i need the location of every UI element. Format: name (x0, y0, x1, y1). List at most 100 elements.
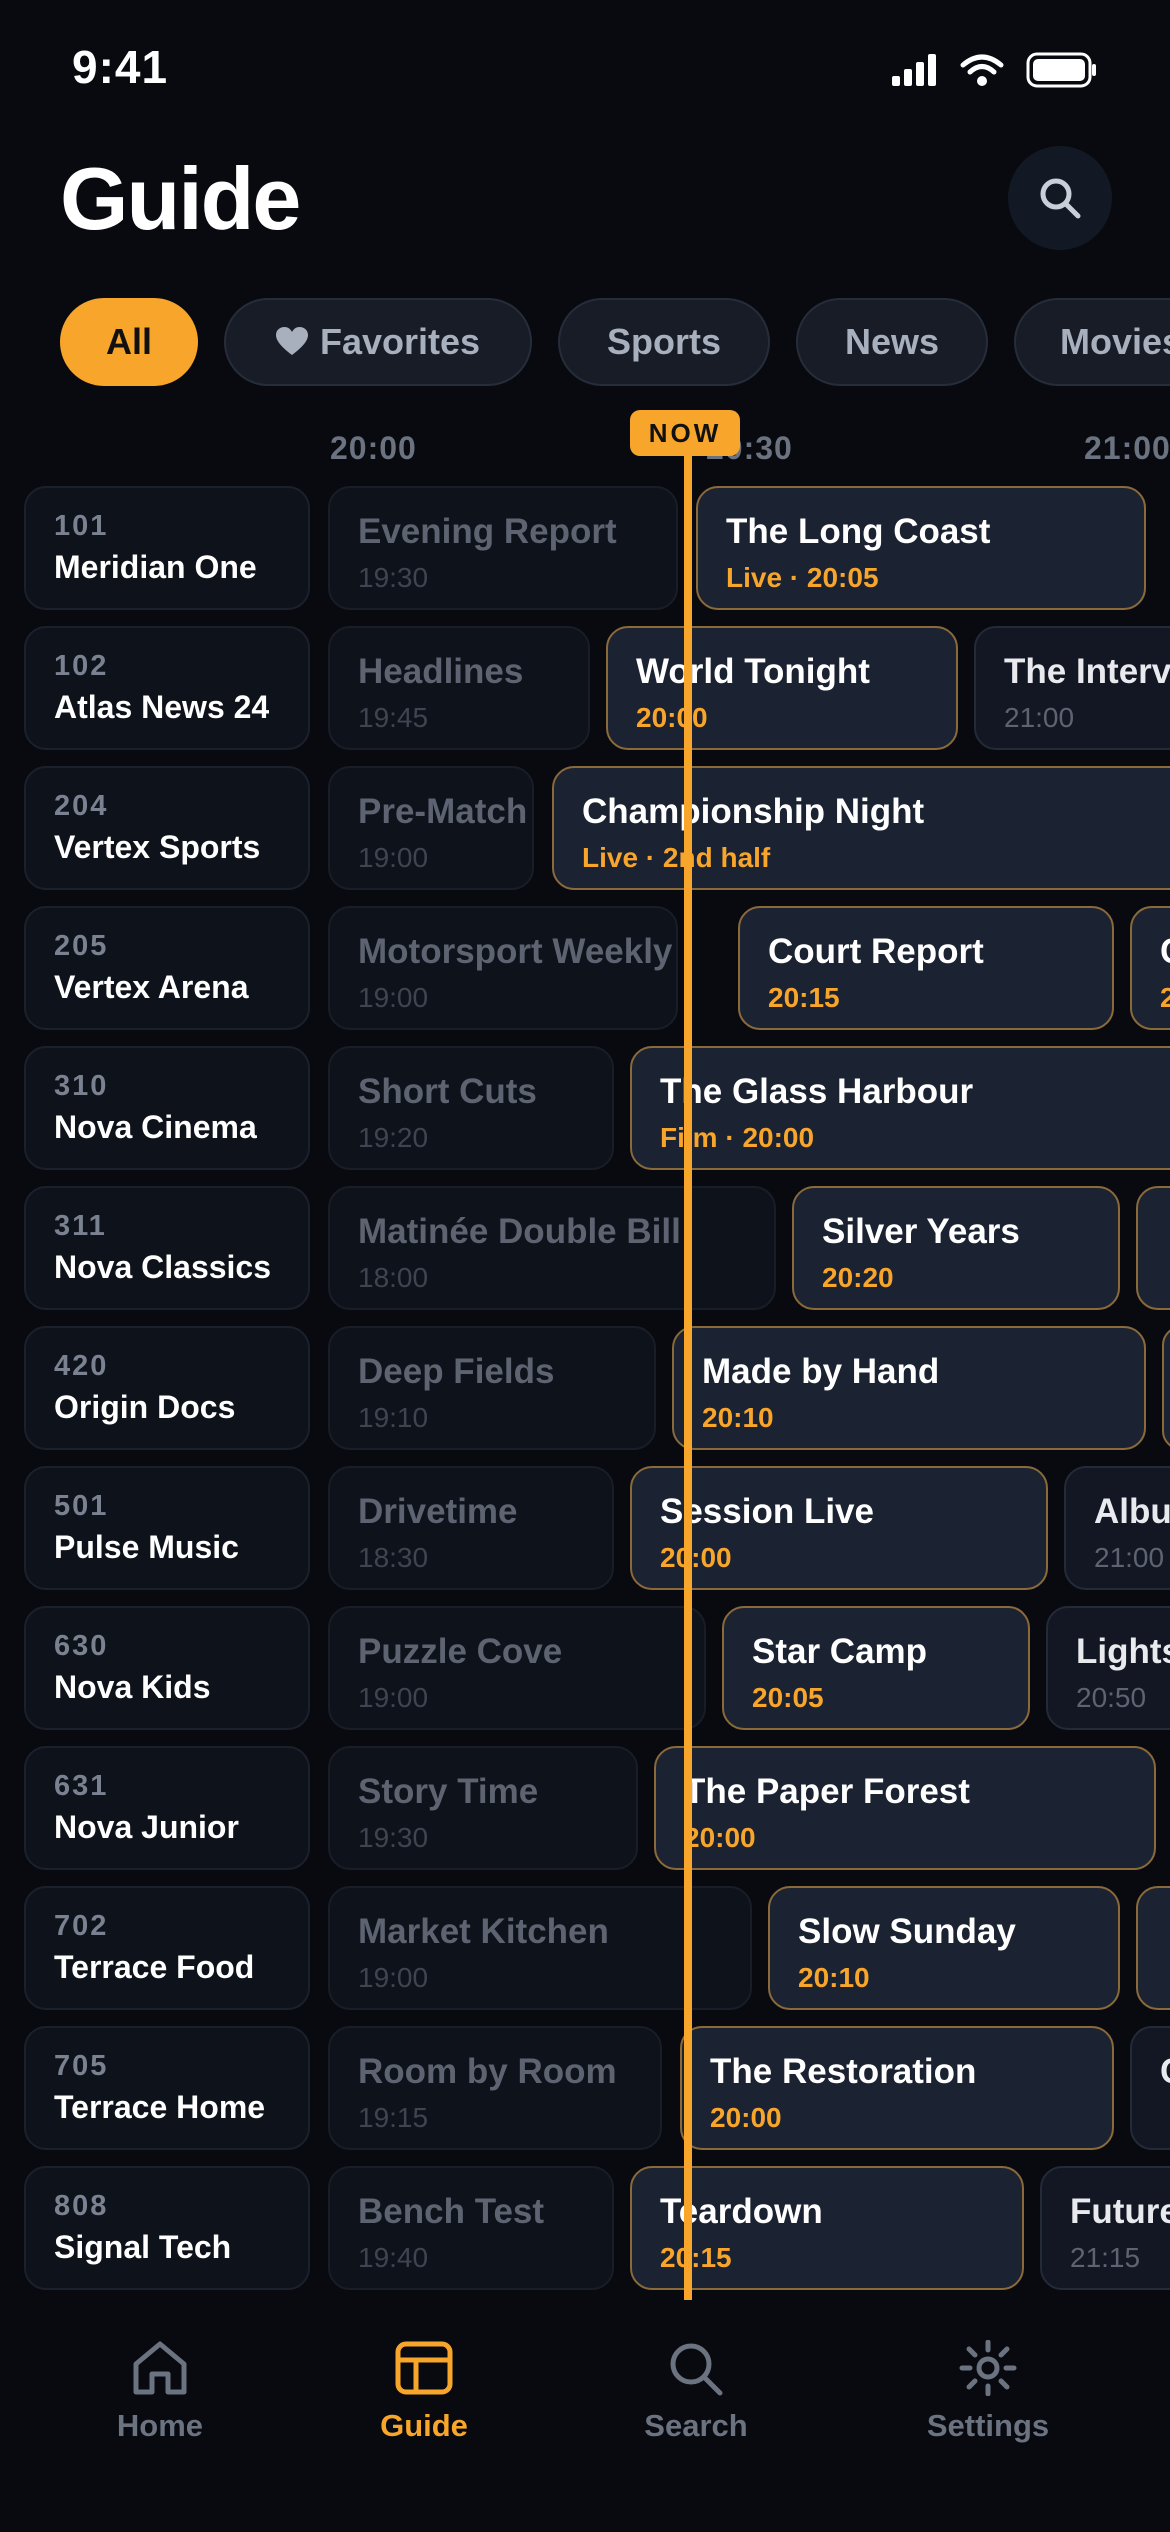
program-time: 19:00 (358, 842, 429, 873)
program-time: 20:00 (684, 1822, 756, 1853)
program-card[interactable]: Story Time 19:30 (328, 1746, 638, 1870)
program-title: Deep Fields (358, 1352, 555, 1391)
channel-number: 101 (54, 510, 109, 542)
program-card[interactable]: Made by Hand 20:10 (672, 1326, 1146, 1450)
channel-number: 420 (54, 1350, 109, 1382)
program-card[interactable]: Pre-Match 19:00 (328, 766, 534, 890)
now-indicator-line (684, 448, 692, 2306)
program-card[interactable]: Silver Years 20:20 (792, 1186, 1120, 1310)
program-card[interactable]: Matinée Double Bill 18:00 (328, 1186, 776, 1310)
program-card[interactable]: The Paper Forest 20:00 (654, 1746, 1156, 1870)
channel-cell[interactable]: 101 Meridian One (24, 486, 310, 610)
program-card[interactable]: C (1130, 2026, 1170, 2150)
program-card[interactable] (1136, 1886, 1170, 2010)
channel-name: Origin Docs (54, 1389, 236, 1425)
program-card[interactable]: C2 (1130, 906, 1170, 1030)
channel-name: Nova Junior (54, 1809, 239, 1845)
program-card[interactable]: Motorsport Weekly 19:00 (328, 906, 678, 1030)
channel-cell[interactable]: 631 Nova Junior (24, 1746, 310, 1870)
tab-guide[interactable]: Guide (304, 2340, 544, 2444)
program-time: 2 (1160, 982, 1170, 1014)
program-card[interactable]: Deep Fields 19:10 (328, 1326, 656, 1450)
program-card[interactable]: The Long Coast Live · 20:05 (696, 486, 1146, 610)
channel-number: 310 (54, 1070, 109, 1102)
now-badge: NOW (630, 410, 740, 456)
channel-number: 705 (54, 2050, 109, 2082)
program-card[interactable]: Court Report 20:15 (738, 906, 1114, 1030)
program-time: 20:50 (1076, 1682, 1147, 1713)
channel-number: 102 (54, 650, 109, 682)
channel-number: 204 (54, 790, 109, 822)
channel-cell[interactable]: 420 Origin Docs (24, 1326, 310, 1450)
program-title: C (1160, 932, 1170, 972)
program-time: 20:00 (710, 2102, 782, 2133)
channel-cell[interactable]: 501 Pulse Music (24, 1466, 310, 1590)
program-title: Lights (1076, 1632, 1170, 1671)
program-card[interactable]: The Interview 21:00 (974, 626, 1170, 750)
program-time: 19:40 (358, 2242, 429, 2273)
program-title: Room by Room (358, 2052, 617, 2091)
program-card[interactable]: Bench Test 19:40 (328, 2166, 614, 2290)
program-card[interactable]: World Tonight 20:00 (606, 626, 958, 750)
program-time: 19:45 (358, 702, 429, 733)
program-card[interactable]: Evening Report 19:30 (328, 486, 678, 610)
program-card[interactable]: Short Cuts 19:20 (328, 1046, 614, 1170)
program-title: Session Live (660, 1492, 874, 1531)
channel-cell[interactable]: 205 Vertex Arena (24, 906, 310, 1030)
tab-search[interactable]: Search (576, 2340, 816, 2444)
program-title: The Glass Harbour (660, 1072, 974, 1111)
program-card[interactable]: Lights 20:50 (1046, 1606, 1170, 1730)
program-card[interactable]: Future 21:15 (1040, 2166, 1170, 2290)
channel-cell[interactable]: 102 Atlas News 24 (24, 626, 310, 750)
tab-settings[interactable]: Settings (868, 2340, 1108, 2444)
channel-cell[interactable]: 702 Terrace Food (24, 1886, 310, 2010)
program-card[interactable]: The Restoration 20:00 (680, 2026, 1114, 2150)
program-title: The Restoration (710, 2052, 977, 2091)
channel-number: 311 (54, 1210, 107, 1242)
program-time: 21:00 (1094, 1542, 1165, 1573)
program-time: 19:20 (358, 1122, 429, 1153)
tab-bar: Home Guide Search Settings (0, 2300, 1170, 2532)
channel-cell[interactable]: 808 Signal Tech (24, 2166, 310, 2290)
program-title: Short Cuts (358, 1072, 537, 1111)
program-card[interactable]: Album 21:00 (1064, 1466, 1170, 1590)
program-title: Puzzle Cove (358, 1632, 563, 1671)
program-time: 20:10 (702, 1402, 774, 1433)
channel-cell[interactable]: 630 Nova Kids (24, 1606, 310, 1730)
channel-name: Pulse Music (54, 1529, 239, 1565)
program-card[interactable]: Star Camp 20:05 (722, 1606, 1030, 1730)
program-title: C (1160, 2052, 1170, 2092)
program-card[interactable] (1136, 1186, 1170, 1310)
program-time: Live · 2nd half (582, 842, 771, 873)
program-card[interactable]: Room by Room 19:15 (328, 2026, 662, 2150)
program-title: Star Camp (752, 1632, 928, 1671)
tab-home[interactable]: Home (40, 2340, 280, 2444)
home-icon (133, 2341, 187, 2395)
program-title: The Interview (1004, 652, 1170, 691)
program-card[interactable] (1162, 1326, 1170, 1450)
program-card[interactable]: Puzzle Cove 19:00 (328, 1606, 706, 1730)
channel-name: Nova Kids (54, 1669, 211, 1705)
channel-cell[interactable]: 311 Nova Classics (24, 1186, 310, 1310)
channel-number: 808 (54, 2190, 109, 2222)
program-card[interactable]: Headlines 19:45 (328, 626, 590, 750)
program-title: Bench Test (358, 2192, 545, 2231)
program-guide-grid: 101 Meridian One Evening Report 19:30 The Lo… (0, 0, 1170, 2300)
program-card[interactable]: The Glass Harbour Film · 20:00 (630, 1046, 1170, 1170)
program-card[interactable]: Slow Sunday 20:10 (768, 1886, 1120, 2010)
channel-number: 631 (54, 1770, 109, 1802)
channel-cell[interactable]: 705 Terrace Home (24, 2026, 310, 2150)
program-title: Teardown (660, 2192, 823, 2231)
program-card[interactable]: Drivetime 18:30 (328, 1466, 614, 1590)
program-time: 20:00 (660, 1542, 732, 1573)
program-card[interactable]: Championship Night Live · 2nd half (552, 766, 1170, 890)
channel-cell[interactable]: 310 Nova Cinema (24, 1046, 310, 1170)
program-time: 18:30 (358, 1542, 429, 1573)
program-time: 19:15 (358, 2102, 429, 2133)
tab-label: Guide (380, 2408, 468, 2443)
channel-cell[interactable]: 204 Vertex Sports (24, 766, 310, 890)
program-title: Matinée Double Bill (358, 1212, 681, 1251)
program-card[interactable]: Session Live 20:00 (630, 1466, 1048, 1590)
program-time: 20:15 (660, 2242, 732, 2273)
program-title: The Long Coast (726, 512, 991, 551)
